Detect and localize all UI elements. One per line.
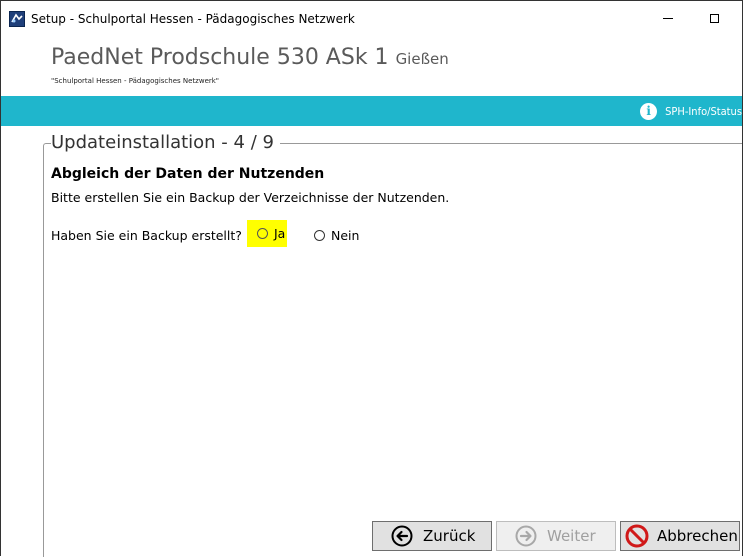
title-bar: Setup - Schulportal Hessen - Pädagogisch…	[1, 1, 742, 35]
maximize-button[interactable]	[691, 1, 737, 35]
radio-label-nein: Nein	[331, 227, 360, 243]
sph-info-status-link[interactable]: i SPH-Info/Status	[640, 96, 742, 126]
minimize-button[interactable]	[645, 1, 691, 35]
back-button[interactable]: Zurück	[372, 521, 492, 551]
next-button-label: Weiter	[547, 527, 596, 545]
radio-button-nein[interactable]	[314, 229, 325, 241]
school-city: Gießen	[395, 50, 449, 68]
info-icon: i	[640, 102, 658, 120]
arrow-right-icon	[515, 525, 537, 547]
school-name: PaedNet Prodschule 530 ASk 1	[51, 45, 389, 70]
window-title: Setup - Schulportal Hessen - Pädagogisch…	[31, 12, 355, 26]
portal-subtitle: "Schulportal Hessen - Pädagogisches Netz…	[51, 77, 220, 85]
radio-label-ja: Ja	[274, 226, 286, 241]
setup-window: Setup - Schulportal Hessen - Pädagogisch…	[0, 0, 743, 557]
cancel-button[interactable]: Abbrechen	[620, 521, 740, 551]
info-bar: i SPH-Info/Status	[1, 96, 742, 126]
step-heading: Abgleich der Daten der Nutzenden	[51, 166, 325, 182]
back-button-label: Zurück	[423, 527, 476, 545]
school-title: PaedNet Prodschule 530 ASk 1 Gießen	[51, 45, 449, 70]
radio-button-ja[interactable]	[257, 228, 268, 239]
cancel-button-label: Abbrechen	[657, 527, 738, 545]
section-border-top	[280, 143, 742, 144]
arrow-left-icon	[391, 525, 413, 547]
minimize-icon	[663, 17, 673, 19]
radio-option-ja[interactable]: Ja	[247, 220, 287, 247]
step-description: Bitte erstellen Sie ein Backup der Verze…	[51, 190, 450, 205]
no-entry-icon	[625, 524, 649, 548]
sph-info-status-label: SPH-Info/Status	[665, 104, 742, 118]
section-title: Updateinstallation - 4 / 9	[51, 132, 280, 153]
next-button[interactable]: Weiter	[496, 521, 616, 551]
maximize-icon	[709, 13, 719, 23]
app-icon	[9, 11, 25, 27]
school-header: PaedNet Prodschule 530 ASk 1 Gießen "Sch…	[1, 35, 742, 96]
backup-question: Haben Sie ein Backup erstellt?	[51, 228, 242, 243]
section-border-left	[43, 151, 44, 557]
radio-option-nein[interactable]: Nein	[314, 225, 359, 245]
